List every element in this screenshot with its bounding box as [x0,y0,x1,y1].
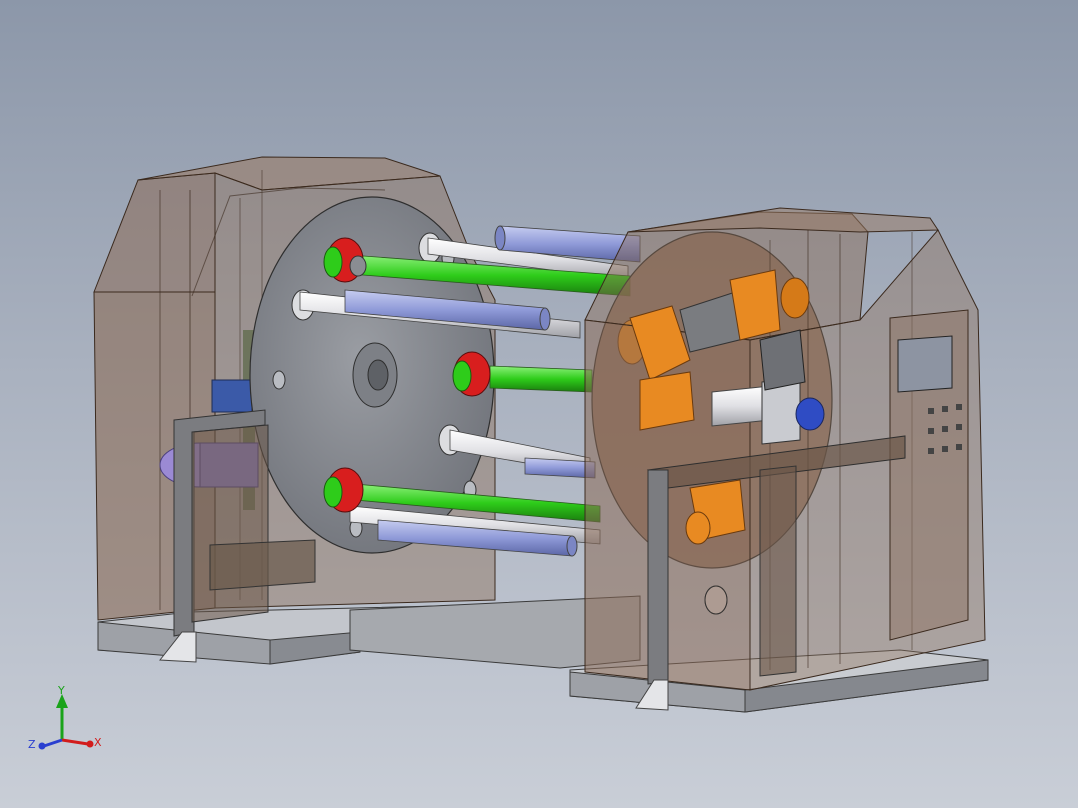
y-axis-label: Y [57,686,65,697]
x-axis-label: X [94,736,102,749]
hmi-screen[interactable] [897,335,953,393]
x-axis-arrow [61,738,89,746]
axis-triad: Y X Z [28,686,102,751]
cad-viewport[interactable]: Y X Z [0,0,1078,808]
winding-machine-model[interactable] [0,0,1078,808]
control-panel[interactable] [889,309,969,641]
z-axis-label: Z [28,738,36,751]
z-axis-arrow [43,738,63,748]
roller-green-middle[interactable] [489,365,593,393]
